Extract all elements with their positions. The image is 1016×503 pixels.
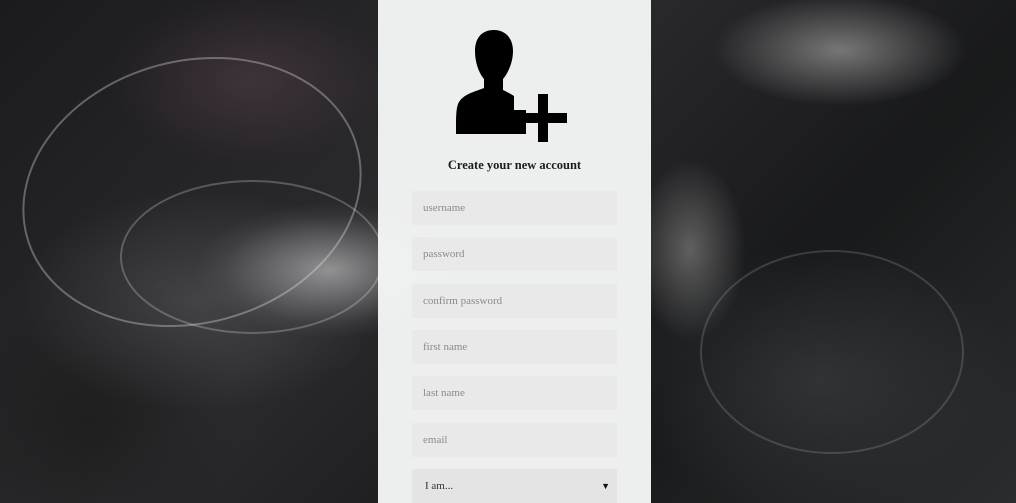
water-splash — [120, 180, 384, 334]
add-user-icon — [456, 30, 567, 142]
role-select-value: I am... — [425, 480, 454, 492]
first-name-field[interactable] — [412, 330, 617, 364]
email-field[interactable] — [412, 423, 617, 457]
confirm-password-field[interactable] — [412, 284, 617, 318]
username-field[interactable] — [412, 191, 617, 225]
form-title: Create your new account — [447, 158, 582, 172]
water-ripple — [700, 250, 964, 454]
role-select[interactable]: I am... ▼ — [412, 469, 617, 503]
last-name-field[interactable] — [412, 376, 617, 410]
password-field[interactable] — [412, 237, 617, 271]
triangle-down-icon: ▼ — [601, 481, 610, 491]
